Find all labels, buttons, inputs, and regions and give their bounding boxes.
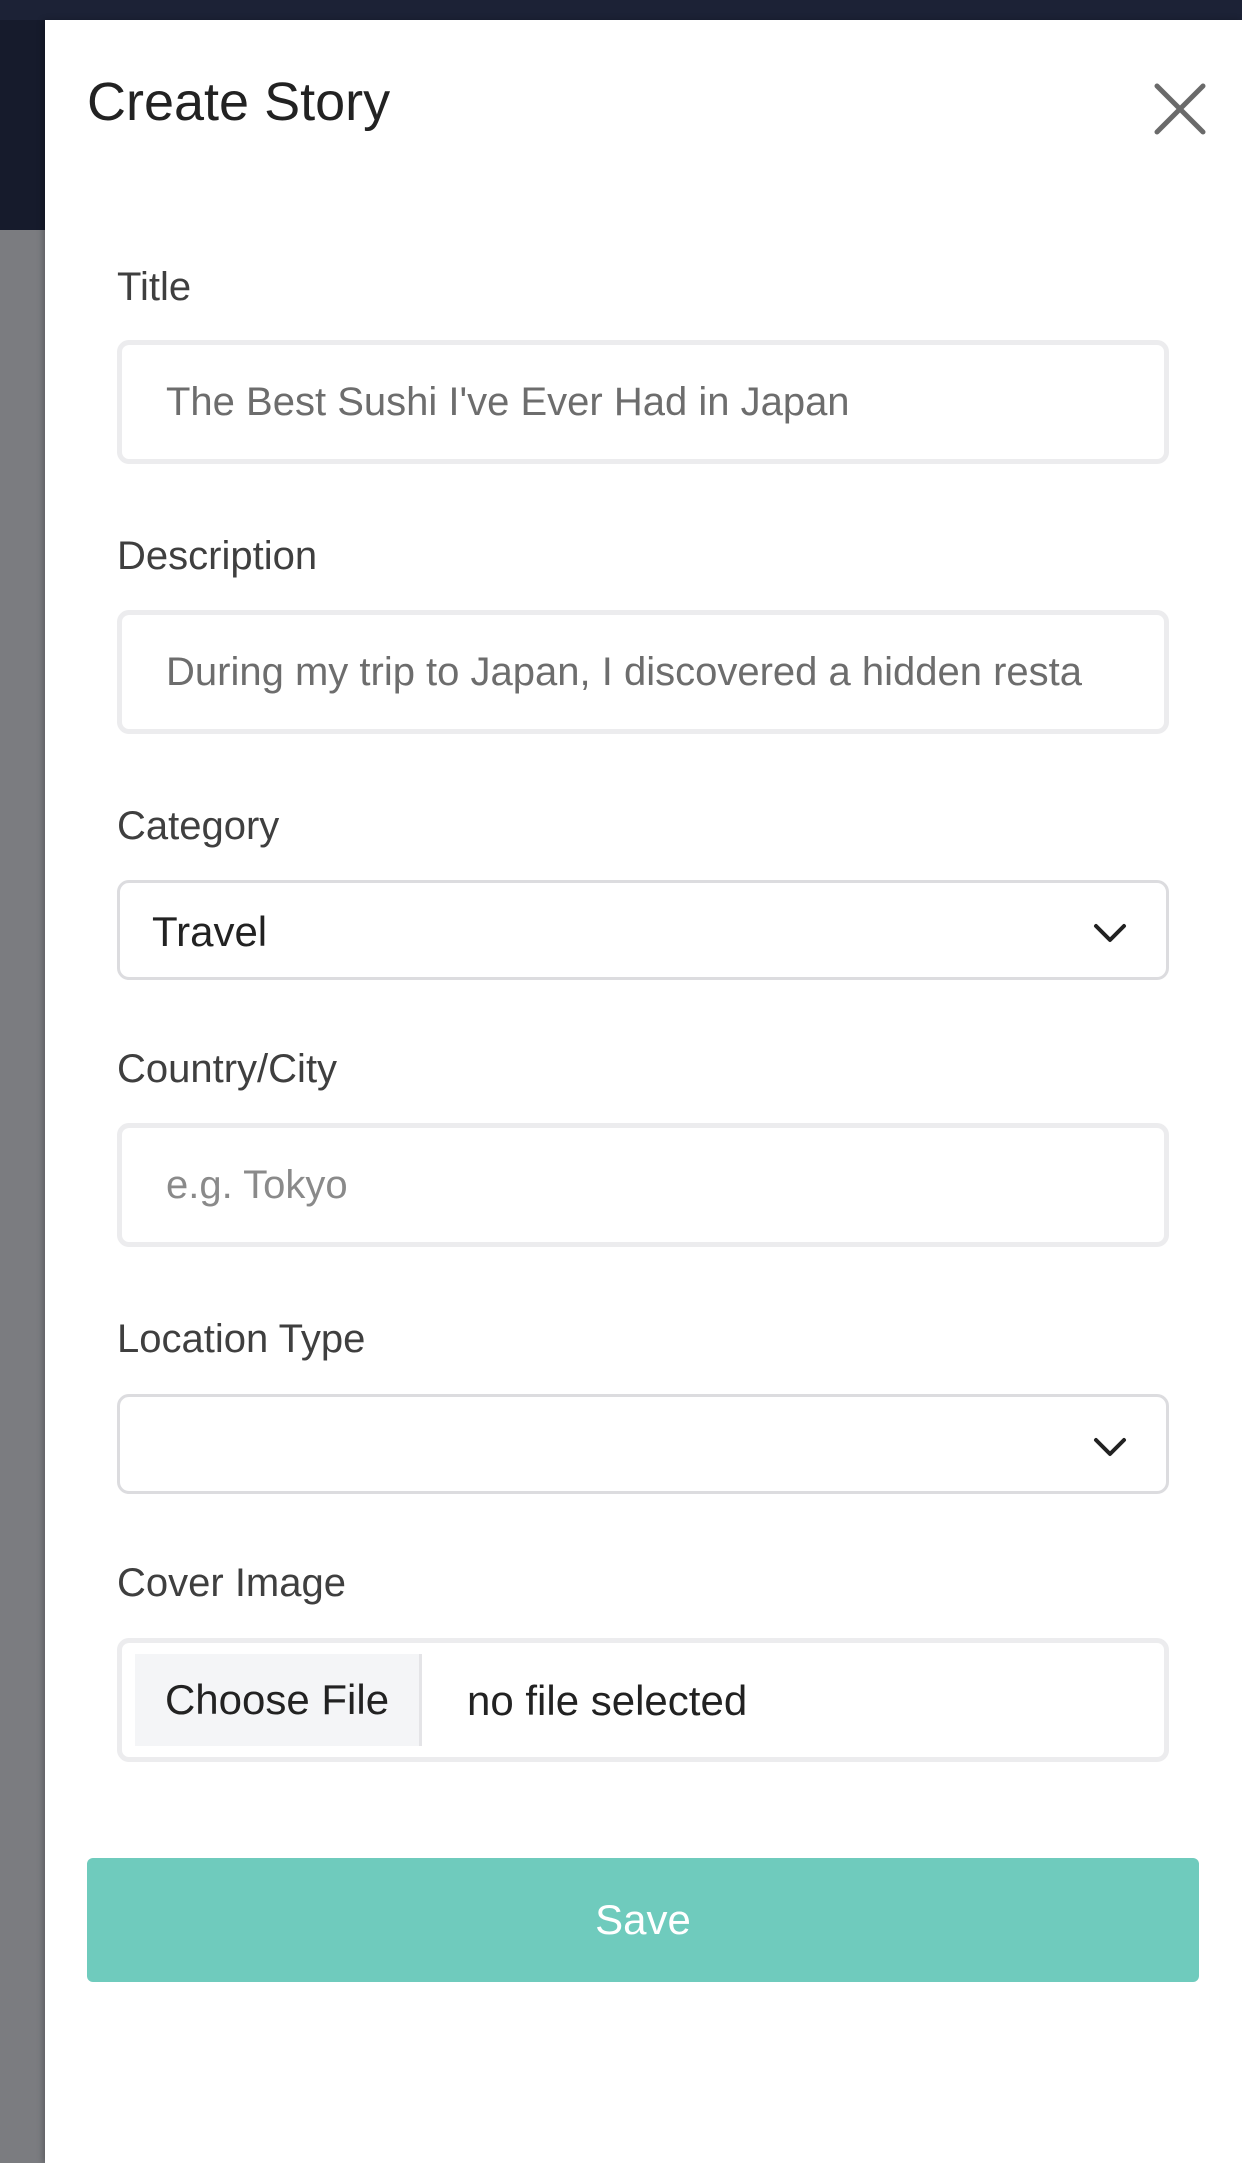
chevron-down-icon [1090,1427,1130,1467]
country-city-label: Country/City [117,1047,338,1091]
description-label: Description [117,534,318,578]
create-story-drawer: Create Story Title Description Category … [45,20,1242,2163]
choose-file-button[interactable]: Choose File [135,1654,422,1746]
title-label: Title [117,265,192,309]
cover-image-file-input[interactable]: Choose File no file selected [117,1638,1169,1762]
location-type-select[interactable] [117,1394,1169,1494]
backdrop-top-strip [0,0,1242,20]
close-icon [1154,83,1206,135]
country-city-input[interactable] [117,1123,1169,1247]
location-type-label: Location Type [117,1317,366,1361]
description-input[interactable] [117,610,1169,734]
chevron-down-icon [1090,913,1130,953]
category-label: Category [117,804,280,848]
save-button[interactable]: Save [87,1858,1199,1982]
close-button[interactable] [1147,76,1213,142]
title-input[interactable] [117,340,1169,464]
drawer-title: Create Story [87,72,391,132]
category-select[interactable]: Travel [117,880,1169,980]
category-selected-value: Travel [152,908,268,955]
file-status-text: no file selected [467,1677,748,1724]
cover-image-label: Cover Image [117,1561,346,1605]
